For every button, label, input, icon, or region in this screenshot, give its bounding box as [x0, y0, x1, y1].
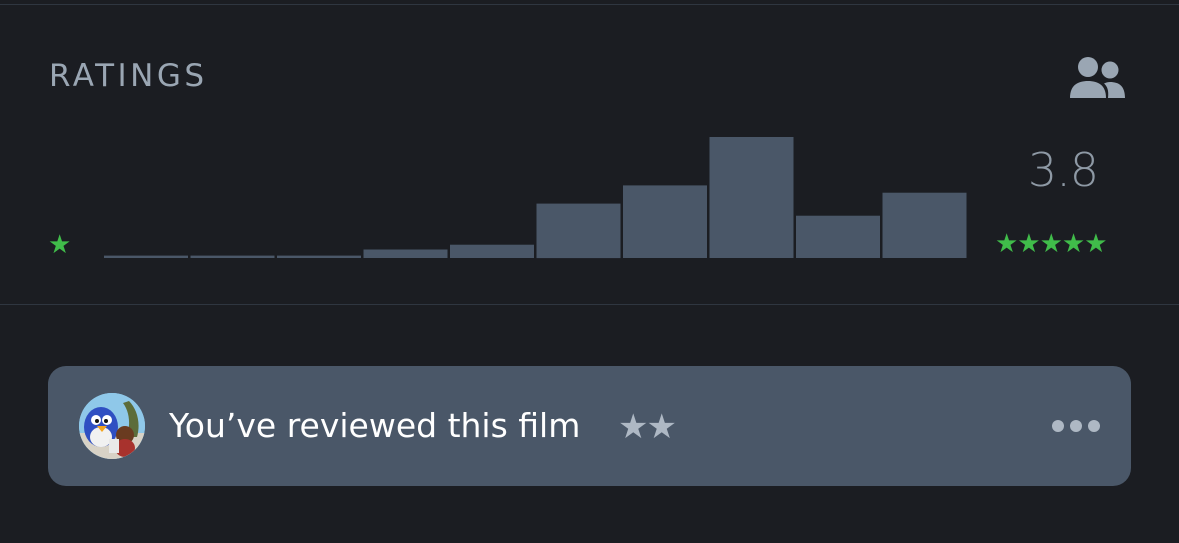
review-card[interactable]: You’ve reviewed this film ★★ [48, 366, 1131, 486]
review-rating-stars-icon: ★★ [618, 407, 677, 447]
avatar[interactable] [79, 393, 145, 459]
review-status-text: You’ve reviewed this film [169, 406, 581, 445]
min-rating-star-icon: ★ [48, 230, 72, 260]
rating-bar-1[interactable] [190, 255, 275, 258]
rating-bar-2.5[interactable] [450, 244, 534, 258]
rating-bar-4.5[interactable] [796, 215, 880, 258]
rating-bar-5[interactable] [882, 192, 967, 258]
max-rating-stars-icon: ★★★★★ [995, 229, 1108, 259]
rating-bar-2[interactable] [363, 249, 448, 259]
rating-bar-3[interactable] [536, 203, 621, 259]
rating-bar-0.5[interactable] [104, 255, 188, 258]
section-divider [0, 304, 1179, 305]
average-rating[interactable]: 3.8 [1000, 143, 1126, 197]
rating-bar-3.5[interactable] [623, 185, 707, 258]
rating-bar-1.5[interactable] [277, 255, 361, 258]
more-icon [1052, 420, 1100, 432]
more-options-button[interactable] [1048, 408, 1108, 444]
rating-bar-4[interactable] [709, 137, 794, 258]
